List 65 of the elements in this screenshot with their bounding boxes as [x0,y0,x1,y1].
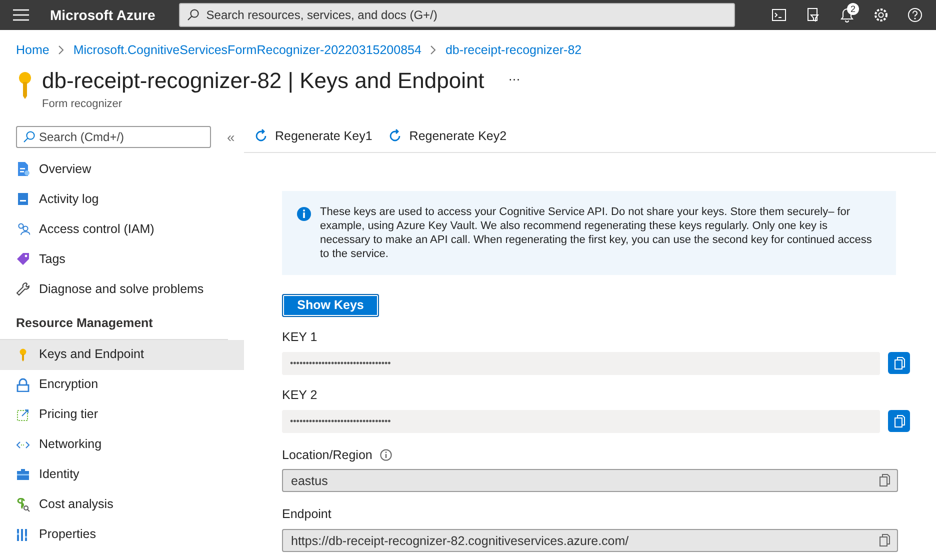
page-subtitle: Form recognizer [42,97,124,112]
copy-button[interactable] [888,352,910,374]
sidebar-item[interactable]: Activity log [0,184,244,214]
text-field[interactable]: eastus [282,469,898,492]
sidebar-item[interactable]: Properties [0,520,244,550]
key-field[interactable]: •••••••••••••••••••••••••••••••• [282,352,880,375]
bell-icon [839,7,855,23]
breadcrumb-link[interactable]: Home [16,40,50,60]
terminal-icon [771,7,787,23]
sidebar-item[interactable]: Cost analysis [0,490,244,520]
pricing-icon [16,408,30,422]
field-label: Endpoint [282,506,332,524]
help-icon [907,7,923,23]
more-button[interactable]: ··· [508,70,520,88]
key-icon [16,70,34,100]
tag-icon [16,252,30,266]
copy-icon [892,414,906,428]
breadcrumb-link[interactable]: db-receipt-recognizer-82 [445,40,582,60]
notification-badge: 2 [847,3,859,15]
sidebar-item[interactable]: Identity [0,460,244,490]
copy-icon [892,356,906,370]
bars-icon [16,528,30,542]
copy-button[interactable] [888,410,910,432]
filter-icon [805,7,821,23]
sidebar-item[interactable]: Pricing tier [0,400,244,430]
info-icon [296,206,312,222]
sidebar-item[interactable]: Access control (IAM) [0,214,244,244]
refresh-icon [388,129,402,143]
search-field[interactable]: Search (Cmd+/) [16,126,211,148]
sidebar-item[interactable]: Keys and Endpoint [0,340,244,370]
text-field[interactable]: https://db-receipt-recognizer-82.cognitiveservices.azure.com/ [282,529,898,552]
info-icon [380,448,392,461]
collapse-button[interactable]: « [227,126,235,148]
refresh-icon [254,129,268,143]
chevron-icon [57,45,66,55]
log-icon [16,192,30,206]
copy-icon[interactable] [878,533,891,547]
field-label: Location/Region [282,446,372,464]
search-icon [23,131,35,143]
breadcrumb-link[interactable]: Microsoft.CognitiveServicesFormRecognizer-20220315200854 [73,40,422,60]
sidebar-item[interactable]: Overview [0,154,244,184]
brand-name[interactable]: Microsoft Azure [50,4,156,26]
sidebar-item[interactable]: Encryption [0,370,244,400]
dollar-search-icon [16,498,30,512]
wrench-icon [16,282,30,296]
settings-icon [873,7,889,23]
info-text: These keys are used to access your Cognitive Service API. Do not share your keys. Store them securely– for example, using Azure Key Vault. We also recommend regenerating these keys regularly. Only one key is necessary to make an API call. When regenerating the first key, you can use the second key for continued access to the service. [320,205,873,261]
chevron-icon [429,45,438,55]
field-label: KEY 1 [282,329,318,346]
key-field[interactable]: •••••••••••••••••••••••••••••••• [282,410,880,432]
field-label: KEY 2 [282,386,318,404]
lock-icon [16,378,30,392]
sidebar-item[interactable]: Networking [0,430,244,460]
document-icon [16,162,30,176]
show-keys-button[interactable]: Show Keys [282,294,379,317]
copy-icon[interactable] [878,473,891,488]
search-field[interactable]: Search resources, services, and docs (G+/) [179,3,736,27]
toolbar-button[interactable]: 2 [834,2,860,28]
briefcase-icon [16,468,30,482]
regenerate-button[interactable]: Regenerate Key2 [388,126,507,146]
regenerate-button[interactable]: Regenerate Key1 [254,126,372,146]
people-icon [16,222,30,236]
page-title: db-receipt-recognizer-82 | Keys and Endpoint [42,70,484,92]
sidebar-item[interactable]: Tags [0,244,244,274]
sidebar-item[interactable]: Diagnose and solve problems [0,274,244,304]
